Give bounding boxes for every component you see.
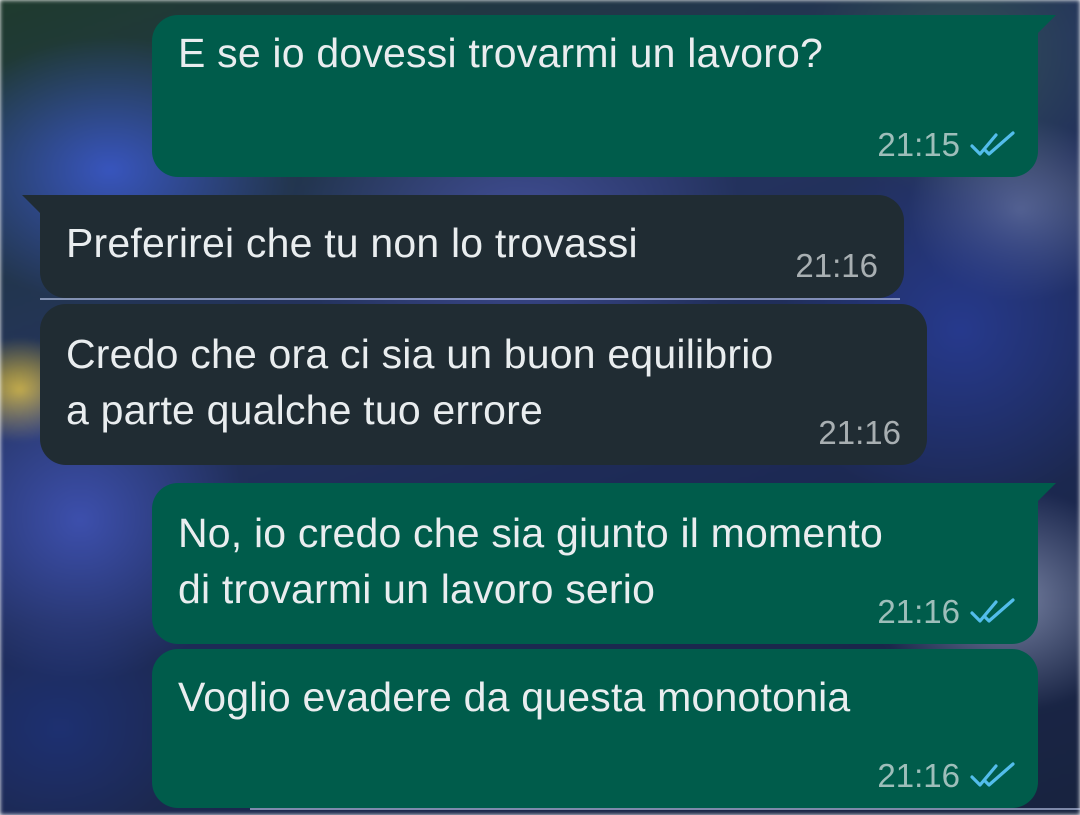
wallpaper-detail bbox=[250, 808, 1080, 810]
message-time: 21:15 bbox=[877, 126, 960, 163]
bubble-tail bbox=[22, 195, 42, 215]
message-time: 21:16 bbox=[818, 414, 901, 451]
message-text: Voglio evadere da questa monotonia bbox=[178, 669, 850, 725]
message-bubble-incoming[interactable]: Preferirei che tu non lo trovassi 21:16 bbox=[22, 195, 904, 298]
message-meta: 21:16 bbox=[818, 413, 901, 453]
message-meta: 21:15 bbox=[877, 125, 1016, 165]
message-time: 21:16 bbox=[795, 247, 878, 284]
message-line: No, io credo che sia giunto il momento bbox=[178, 510, 883, 556]
message-line: di trovarmi un lavoro serio bbox=[178, 566, 656, 612]
message-line: Preferirei che tu non lo trovassi bbox=[66, 220, 638, 266]
bubble-tail bbox=[1036, 15, 1056, 35]
message-text: Preferirei che tu non lo trovassi bbox=[66, 215, 638, 271]
message-text: Credo che ora ci sia un buon equilibrio … bbox=[66, 326, 774, 438]
message-bubble-outgoing[interactable]: E se io dovessi trovarmi un lavoro? 21:1… bbox=[152, 15, 1056, 177]
message-meta: 21:16 bbox=[877, 756, 1016, 796]
double-check-icon bbox=[970, 598, 1015, 623]
double-check-icon bbox=[970, 131, 1015, 156]
message-line: E se io dovessi trovarmi un lavoro? bbox=[178, 30, 824, 76]
message-meta: 21:16 bbox=[795, 246, 878, 286]
message-line: Credo che ora ci sia un buon equilibrio bbox=[66, 331, 774, 377]
message-bubble-outgoing[interactable]: No, io credo che sia giunto il momento d… bbox=[152, 483, 1056, 644]
message-line: Voglio evadere da questa monotonia bbox=[178, 674, 851, 720]
message-text: No, io credo che sia giunto il momento d… bbox=[178, 505, 883, 617]
message-bubble-incoming[interactable]: Credo che ora ci sia un buon equilibrio … bbox=[40, 304, 927, 465]
wallpaper-detail bbox=[40, 298, 900, 300]
double-check-icon bbox=[970, 762, 1015, 787]
message-time: 21:16 bbox=[877, 593, 960, 630]
message-time: 21:16 bbox=[877, 757, 960, 794]
message-line: a parte qualche tuo errore bbox=[66, 387, 544, 433]
message-bubble-outgoing[interactable]: Voglio evadere da questa monotonia 21:16 bbox=[152, 649, 1038, 808]
bubble-tail bbox=[1036, 483, 1056, 503]
message-meta: 21:16 bbox=[877, 592, 1016, 632]
message-text: E se io dovessi trovarmi un lavoro? bbox=[178, 25, 823, 81]
